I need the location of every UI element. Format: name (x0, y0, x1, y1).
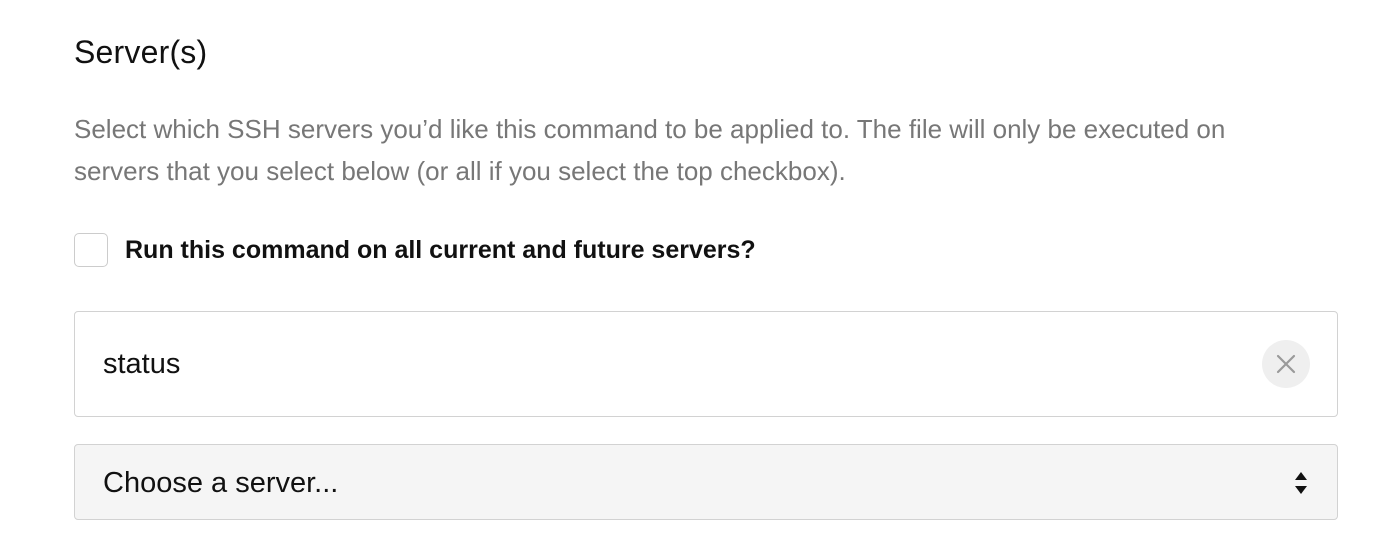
selected-server-value: status (103, 348, 181, 380)
server-select-placeholder: Choose a server... (103, 467, 339, 499)
server-select[interactable]: Choose a server... (74, 444, 1338, 520)
all-servers-checkbox[interactable] (74, 233, 108, 267)
all-servers-checkbox-row[interactable]: Run this command on all current and futu… (74, 232, 756, 268)
clear-selection-button[interactable] (1262, 340, 1310, 388)
section-heading: Server(s) (74, 34, 208, 70)
section-description: Select which SSH servers you’d like this… (74, 114, 1226, 186)
servers-section: Server(s) Select which SSH servers you’d… (0, 0, 1400, 558)
sort-arrows-icon (1295, 472, 1307, 494)
all-servers-checkbox-label[interactable]: Run this command on all current and futu… (125, 236, 756, 265)
close-icon (1276, 354, 1296, 374)
selected-server-field[interactable]: status (74, 311, 1338, 417)
